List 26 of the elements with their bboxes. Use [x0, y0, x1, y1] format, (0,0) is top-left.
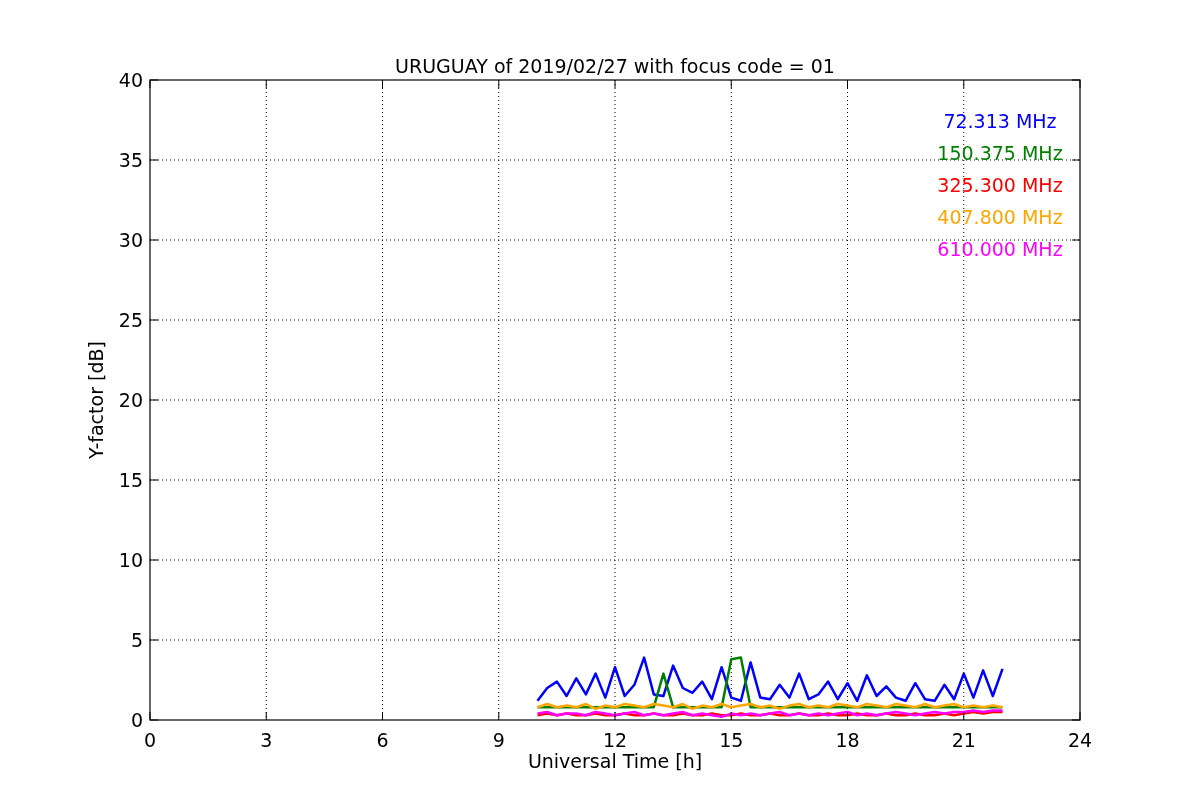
y-tick-label: 20	[118, 389, 143, 411]
y-tick-label: 5	[130, 629, 143, 651]
y-tick-label: 40	[118, 69, 143, 91]
y-tick-label: 35	[118, 149, 143, 171]
x-tick-label: 3	[260, 729, 273, 751]
chart-title: URUGUAY of 2019/02/27 with focus code = 01	[395, 55, 835, 77]
y-tick-label: 10	[118, 549, 143, 571]
x-tick-label: 9	[492, 729, 505, 751]
x-tick-label: 0	[143, 729, 157, 751]
x-tick-label: 6	[376, 729, 389, 751]
y-tick-label: 0	[130, 709, 143, 731]
y-tick-label: 25	[118, 309, 143, 331]
x-tick-label: 24	[1067, 729, 1093, 751]
legend-label: 150.375 MHz	[937, 142, 1063, 164]
y-tick-label: 30	[118, 229, 143, 251]
x-tick-label: 21	[951, 729, 976, 751]
legend-label: 72.313 MHz	[943, 110, 1057, 132]
legend-label: 325.300 MHz	[937, 174, 1063, 196]
x-tick-label: 15	[719, 729, 744, 751]
y-tick-label: 15	[118, 469, 143, 491]
y-axis-label: Y-factor [dB]	[85, 341, 107, 459]
x-tick-label: 12	[602, 729, 628, 751]
x-axis-label: Universal Time [h]	[527, 750, 703, 772]
legend-label: 407.800 MHz	[937, 206, 1063, 228]
legend-label: 610.000 MHz	[937, 238, 1063, 260]
x-tick-label: 18	[835, 729, 860, 751]
